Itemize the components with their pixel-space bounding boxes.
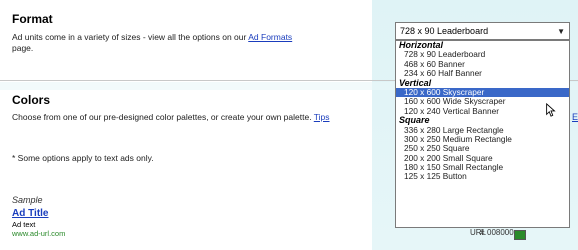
text-ads-note: * Some options apply to text ads only. [12,153,154,163]
chevron-down-icon[interactable]: ▼ [557,27,565,36]
sample-section: Sample [12,190,43,208]
format-heading: Format [12,12,53,26]
format-trailing-text: page. [12,43,34,53]
color-hex-field[interactable]: 008000 [487,228,514,237]
color-swatch[interactable] [514,230,526,240]
hash-label: # [480,228,485,237]
sample-label: Sample [12,195,43,205]
ad-text: Ad text [12,220,36,229]
colors-description: Choose from one of our pre-designed colo… [12,112,372,123]
ad-url: www.ad-url.com [12,229,66,238]
ad-formats-link[interactable]: Ad Formats [248,32,292,42]
format-description: Ad units come in a variety of sizes - vi… [12,32,372,54]
select-value: 728 x 90 Leaderboard [400,26,489,36]
format-description-text: Ad units come in a variety of sizes - vi… [12,32,247,42]
tips-link[interactable]: Tips [314,112,330,122]
edit-link-fragment[interactable]: Ed [572,112,578,122]
ad-format-dropdown[interactable]: Horizontal 728 x 90 Leaderboard 468 x 60 B… [395,40,570,228]
colors-heading: Colors [12,93,51,107]
colors-description-text: Choose from one of our pre-designed colo… [12,112,312,122]
ad-title-link[interactable]: Ad Title [12,208,48,219]
ad-format-select[interactable]: 728 x 90 Leaderboard ▼ [395,22,570,40]
dropdown-option[interactable]: 125 x 125 Button [396,172,569,182]
mouse-cursor-icon [546,103,556,117]
